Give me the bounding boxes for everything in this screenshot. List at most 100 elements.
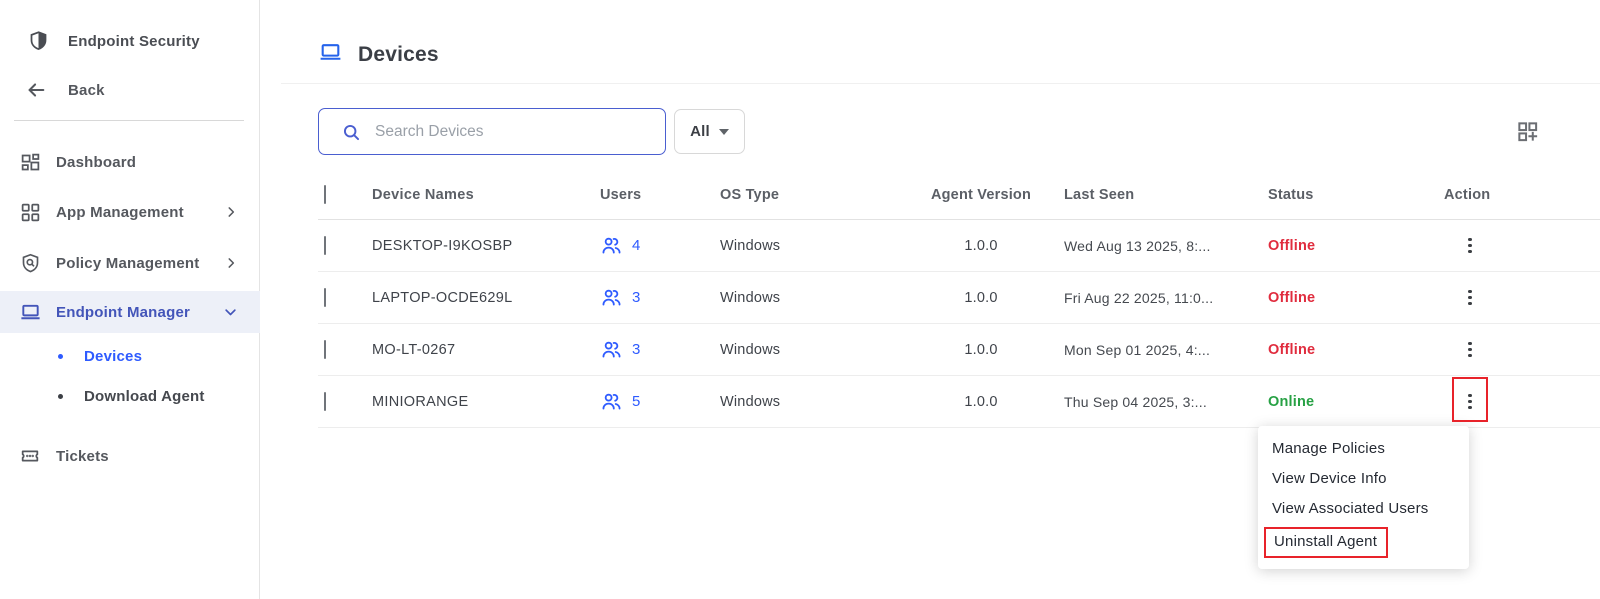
status-badge: Offline bbox=[1266, 238, 1436, 254]
col-header-os-type: OS Type bbox=[716, 187, 906, 203]
brand: Endpoint Security bbox=[0, 26, 260, 56]
users-count: 5 bbox=[632, 393, 641, 410]
search-box bbox=[318, 108, 666, 155]
col-header-agent-version: Agent Version bbox=[906, 187, 1056, 203]
filter-dropdown[interactable]: All bbox=[674, 109, 745, 154]
sidebar-item-policy-management[interactable]: Policy Management bbox=[0, 248, 260, 278]
table-row: MO-LT-0267 3 Windows 1.0.0 Mon Sep 01 20… bbox=[318, 324, 1600, 376]
users-link[interactable]: 3 bbox=[596, 338, 716, 361]
devices-table: Device Names Users OS Type Agent Version… bbox=[318, 170, 1600, 428]
endpoint-security-app: Endpoint Security Back Dashboard App Man… bbox=[0, 0, 1600, 599]
brand-label: Endpoint Security bbox=[68, 33, 200, 50]
table-row: LAPTOP-OCDE629L 3 Windows 1.0.0 Fri Aug … bbox=[318, 272, 1600, 324]
col-header-users: Users bbox=[596, 187, 716, 203]
sidebar-subitem-download-agent[interactable]: Download Agent bbox=[0, 382, 260, 410]
page-title: Devices bbox=[358, 43, 439, 67]
os-type: Windows bbox=[716, 290, 906, 306]
users-count: 3 bbox=[632, 341, 641, 358]
table-header-row: Device Names Users OS Type Agent Version… bbox=[318, 170, 1600, 220]
sidebar-subitem-devices[interactable]: Devices bbox=[0, 342, 260, 370]
sidebar-item-label: Policy Management bbox=[56, 255, 199, 272]
subitem-label: Devices bbox=[84, 348, 142, 365]
row-actions-kebab-icon[interactable] bbox=[1462, 287, 1478, 309]
users-count: 4 bbox=[632, 237, 641, 254]
menu-item-view-device-info[interactable]: View Device Info bbox=[1258, 464, 1469, 494]
people-icon bbox=[600, 286, 623, 309]
device-name: DESKTOP-I9KOSBP bbox=[366, 238, 596, 254]
sidebar-item-app-management[interactable]: App Management bbox=[0, 197, 260, 227]
users-link[interactable]: 3 bbox=[596, 286, 716, 309]
users-link[interactable]: 5 bbox=[596, 390, 716, 413]
users-count: 3 bbox=[632, 289, 641, 306]
os-type: Windows bbox=[716, 238, 906, 254]
back-button[interactable]: Back bbox=[0, 75, 260, 105]
sidebar-item-label: App Management bbox=[56, 204, 184, 221]
status-badge: Offline bbox=[1266, 290, 1436, 306]
search-icon bbox=[341, 122, 362, 148]
col-header-last-seen: Last Seen bbox=[1056, 187, 1266, 203]
menu-item-uninstall-agent[interactable]: Uninstall Agent bbox=[1258, 524, 1469, 561]
shield-logo-icon bbox=[26, 29, 50, 53]
chevron-down-caret-icon bbox=[719, 129, 729, 135]
status-badge: Offline bbox=[1266, 342, 1436, 358]
agent-version: 1.0.0 bbox=[906, 342, 1056, 358]
dashboard-icon bbox=[18, 150, 42, 174]
toolbar: All bbox=[318, 108, 1600, 155]
apps-grid-icon bbox=[18, 200, 42, 224]
agent-version: 1.0.0 bbox=[906, 394, 1056, 410]
sidebar-item-label: Dashboard bbox=[56, 154, 136, 171]
device-name: MO-LT-0267 bbox=[366, 342, 596, 358]
users-link[interactable]: 4 bbox=[596, 234, 716, 257]
agent-version: 1.0.0 bbox=[906, 290, 1056, 306]
os-type: Windows bbox=[716, 342, 906, 358]
row-actions-context-menu: Manage Policies View Device Info View As… bbox=[1258, 426, 1469, 569]
page-header: Devices bbox=[281, 0, 1600, 84]
search-input[interactable] bbox=[375, 109, 655, 154]
os-type: Windows bbox=[716, 394, 906, 410]
bullet-icon bbox=[58, 394, 63, 399]
sidebar-item-endpoint-manager[interactable]: Endpoint Manager bbox=[0, 291, 260, 333]
filter-value: All bbox=[690, 123, 710, 140]
chevron-right-icon bbox=[224, 256, 238, 270]
people-icon bbox=[600, 234, 623, 257]
row-actions-kebab-icon[interactable] bbox=[1462, 339, 1478, 361]
row-checkbox[interactable] bbox=[324, 392, 326, 411]
row-actions-kebab-icon[interactable] bbox=[1462, 391, 1478, 413]
chevron-right-icon bbox=[224, 205, 238, 219]
row-actions-kebab-icon[interactable] bbox=[1462, 235, 1478, 257]
col-header-action: Action bbox=[1436, 187, 1600, 203]
last-seen: Thu Sep 04 2025, 3:... bbox=[1056, 394, 1266, 410]
sidebar-divider bbox=[14, 120, 244, 121]
sidebar-item-label: Tickets bbox=[56, 448, 109, 465]
sidebar-item-dashboard[interactable]: Dashboard bbox=[0, 147, 260, 177]
menu-item-manage-policies[interactable]: Manage Policies bbox=[1258, 434, 1469, 464]
people-icon bbox=[600, 338, 623, 361]
last-seen: Mon Sep 01 2025, 4:... bbox=[1056, 342, 1266, 358]
last-seen: Wed Aug 13 2025, 8:... bbox=[1056, 238, 1266, 254]
uninstall-agent-annotation-box: Uninstall Agent bbox=[1264, 527, 1388, 558]
status-badge: Online bbox=[1266, 394, 1436, 410]
row-checkbox[interactable] bbox=[324, 236, 326, 255]
sidebar-item-label: Endpoint Manager bbox=[56, 304, 190, 321]
row-checkbox[interactable] bbox=[324, 340, 326, 359]
device-name: LAPTOP-OCDE629L bbox=[366, 290, 596, 306]
laptop-icon bbox=[18, 300, 42, 324]
people-icon bbox=[600, 390, 623, 413]
back-label: Back bbox=[68, 82, 105, 99]
bullet-icon bbox=[58, 354, 63, 359]
col-header-status: Status bbox=[1266, 187, 1436, 203]
menu-item-view-associated-users[interactable]: View Associated Users bbox=[1258, 494, 1469, 524]
chevron-down-icon bbox=[223, 305, 238, 320]
ticket-icon bbox=[18, 444, 42, 468]
device-name: MINIORANGE bbox=[366, 394, 596, 410]
shield-search-icon bbox=[18, 251, 42, 275]
last-seen: Fri Aug 22 2025, 11:0... bbox=[1056, 290, 1266, 306]
devices-laptop-icon bbox=[318, 40, 343, 70]
sidebar: Endpoint Security Back Dashboard App Man… bbox=[0, 0, 260, 599]
arrow-left-icon bbox=[24, 78, 48, 102]
select-all-checkbox[interactable] bbox=[324, 185, 326, 204]
grid-plus-button[interactable] bbox=[1514, 119, 1540, 145]
row-checkbox[interactable] bbox=[324, 288, 326, 307]
subitem-label: Download Agent bbox=[84, 388, 205, 405]
sidebar-item-tickets[interactable]: Tickets bbox=[0, 441, 260, 471]
